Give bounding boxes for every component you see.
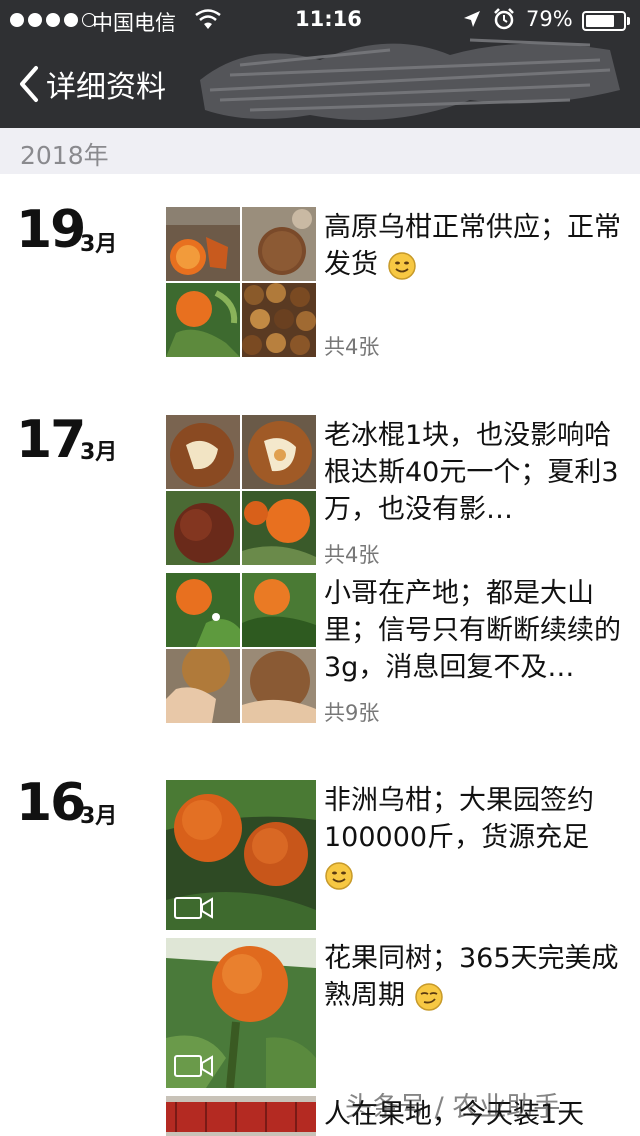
redaction-scribble <box>200 38 620 120</box>
video-thumbnail[interactable] <box>166 780 316 930</box>
photo-count: 共9张 <box>324 701 380 725</box>
post-text[interactable]: 老冰棍1块，也没影响哈根达斯40元一个；夏利3万，也没有影… <box>324 417 630 528</box>
photo-thumbnail[interactable] <box>166 415 240 489</box>
photo-thumbnail[interactable] <box>166 491 240 565</box>
photo-grid[interactable] <box>166 415 316 565</box>
photo-count: 共4张 <box>324 335 380 359</box>
watermark: 头条号 / 农业助手 <box>345 1092 561 1123</box>
photo-thumbnail[interactable] <box>166 283 240 357</box>
post-text[interactable]: 高原乌柑正常供应；正常发货 <box>324 209 630 283</box>
year-header: 2018年 <box>0 128 640 174</box>
signal-dots-icon <box>10 13 96 27</box>
month-label: 3月 <box>80 804 118 829</box>
year-label: 2018年 <box>20 141 109 170</box>
post-text[interactable]: 花果同树；365天完美成熟周期 <box>324 940 630 1014</box>
video-icon <box>174 1055 213 1077</box>
month-label: 3月 <box>80 440 118 465</box>
photo-thumbnail[interactable] <box>166 573 240 647</box>
photo-thumbnail[interactable] <box>242 491 316 565</box>
photo-thumbnail[interactable] <box>166 649 240 723</box>
back-button[interactable]: 详细资料 <box>18 62 166 106</box>
smile-emoji-icon <box>325 861 353 890</box>
carrier-name: 中国电信 <box>92 11 176 35</box>
photo-grid[interactable] <box>166 207 316 357</box>
back-chevron-icon <box>20 66 38 102</box>
video-thumbnail[interactable] <box>166 938 316 1088</box>
post-text[interactable]: 非洲乌柑；大果园签约100000斤，货源充足 <box>324 782 630 893</box>
photo-thumbnail[interactable] <box>242 573 316 647</box>
truck-photo <box>166 1096 316 1136</box>
smirk-emoji-icon <box>414 982 443 1011</box>
photo-thumbnail[interactable] <box>242 207 316 281</box>
month-label: 3月 <box>80 232 118 257</box>
photo-count: 共4张 <box>324 543 380 567</box>
moments-album-screen: 中国电信 11:16 79% 详细资料 2018年 19 3月 高原乌柑正常供应… <box>0 0 640 1136</box>
day-number: 19 <box>16 200 86 260</box>
smile-emoji-icon <box>387 251 416 280</box>
navigation-bar: 中国电信 11:16 79% 详细资料 <box>0 0 640 128</box>
photo-thumbnail[interactable] <box>242 283 316 357</box>
photo-thumbnail[interactable] <box>166 1096 316 1136</box>
photo-thumbnail[interactable] <box>242 649 316 723</box>
video-icon <box>174 897 213 919</box>
photo-thumbnail[interactable] <box>242 415 316 489</box>
day-number: 16 <box>16 773 86 833</box>
back-label: 详细资料 <box>46 70 166 105</box>
post-text[interactable]: 小哥在产地；都是大山里；信号只有断断续续的3g，消息回复不及… <box>324 575 630 686</box>
photo-grid[interactable] <box>166 573 316 723</box>
photo-thumbnail[interactable] <box>166 207 240 281</box>
day-number: 17 <box>16 410 86 470</box>
